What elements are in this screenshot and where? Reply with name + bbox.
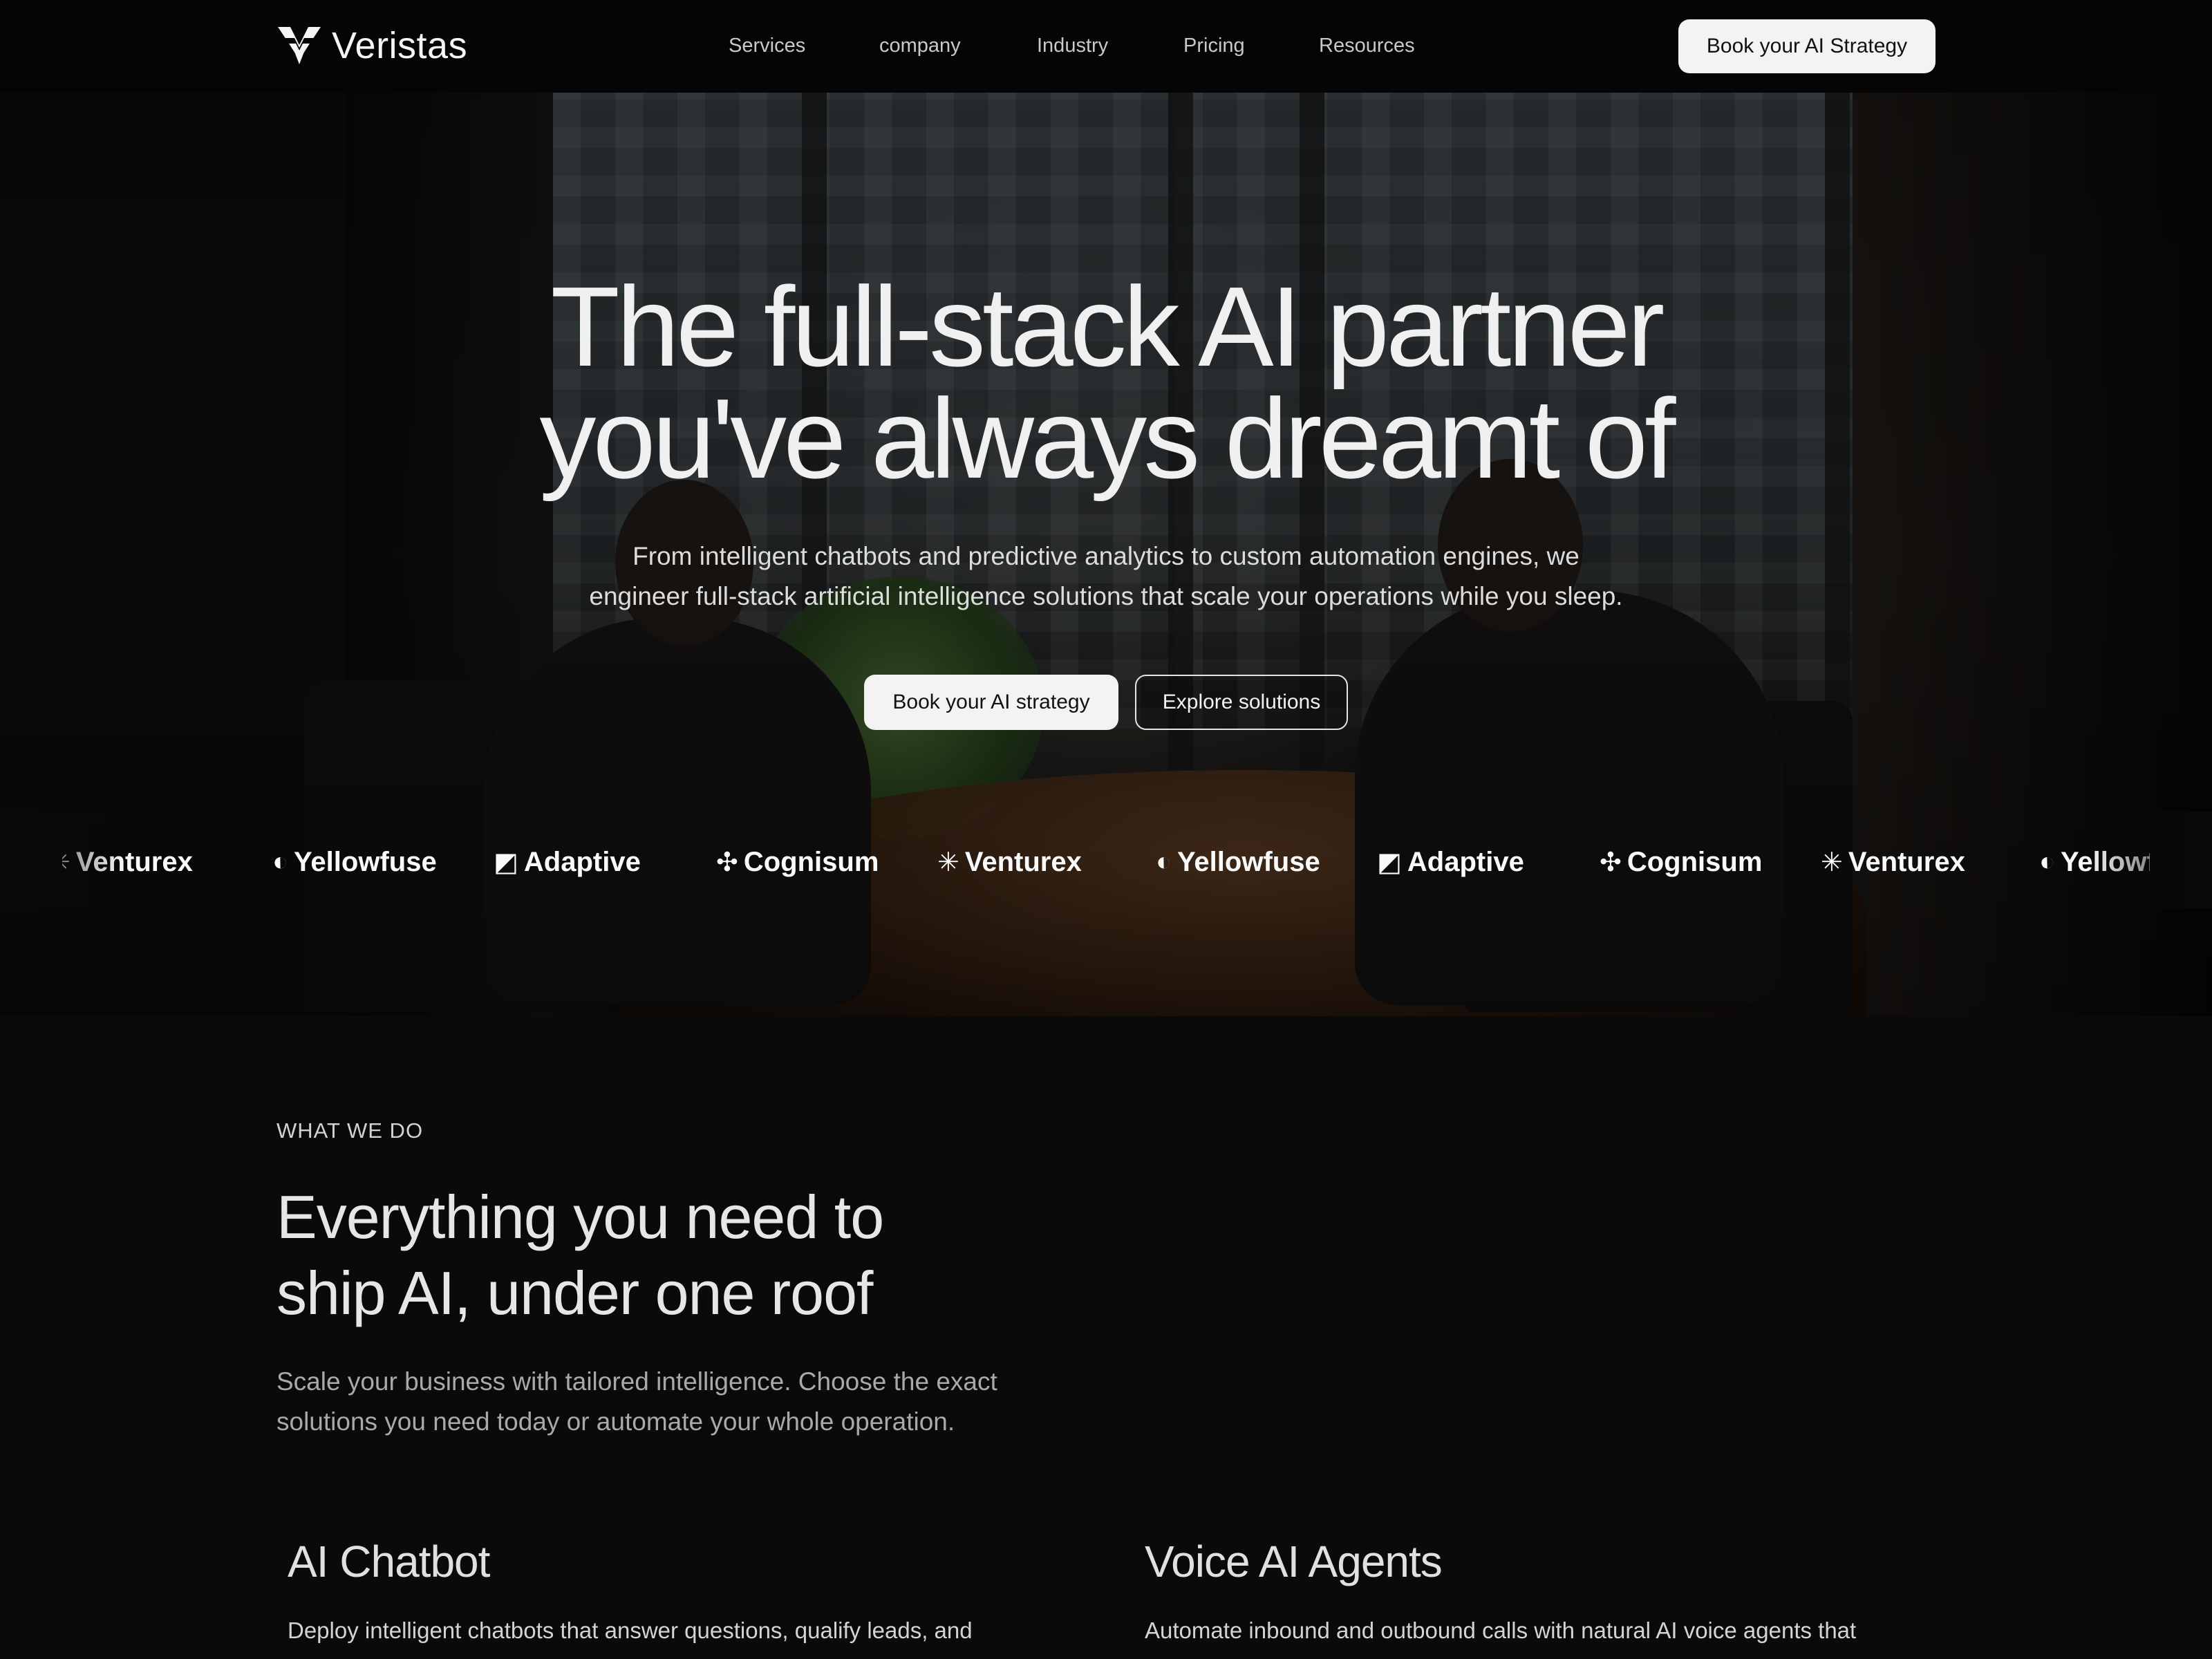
client-logo: ◩ Adaptive: [1377, 831, 1524, 893]
client-logo-name: Adaptive: [1407, 846, 1524, 877]
service-card-ai-chatbot[interactable]: AI Chatbot Deploy intelligent chatbots t…: [288, 1536, 1089, 1644]
nav-link-industry[interactable]: Industry: [1037, 35, 1108, 57]
hero-headline-line-1: The full-stack AI partner: [550, 263, 1665, 390]
client-logo: ✳Venturex: [937, 831, 1082, 893]
client-logo-name: Venturex: [1848, 846, 1965, 877]
hero-subtitle-line-1: From intelligent chatbots and predictive…: [632, 542, 1580, 570]
client-logo: ✣ Cognisum: [716, 831, 879, 893]
section-title-line-1: Everything you need to: [276, 1183, 884, 1251]
brand-logo[interactable]: Veristas: [276, 24, 467, 68]
what-we-do-section: WHAT WE DO Everything you need to ship A…: [0, 1016, 2212, 1659]
explore-solutions-button[interactable]: Explore solutions: [1135, 675, 1348, 730]
client-logo-name: Cognisum: [743, 846, 879, 877]
venturex-logo-icon: ✳: [1821, 847, 1843, 877]
client-logo: ✳Venturex: [1821, 831, 1965, 893]
section-description-line-1: Scale your business with tailored intell…: [276, 1367, 997, 1396]
nav-link-pricing[interactable]: Pricing: [1183, 35, 1245, 57]
section-description: Scale your business with tailored intell…: [276, 1362, 997, 1442]
nav-link-company[interactable]: company: [879, 35, 961, 57]
brand-name: Veristas: [332, 25, 468, 66]
service-card-description: Deploy intelligent chatbots that answer …: [288, 1618, 973, 1643]
service-card-title: Voice AI Agents: [1145, 1537, 1443, 1586]
section-description-line-2: solutions you need today or automate you…: [276, 1407, 955, 1436]
adaptive-logo-icon: ◩: [1377, 847, 1402, 877]
yellowfuse-logo-icon: ◐: [1156, 847, 1172, 877]
service-card-voice-ai-agents[interactable]: Voice AI Agents Automate inbound and out…: [1145, 1536, 1947, 1644]
hero-headline: The full-stack AI partner you've always …: [0, 263, 2212, 502]
service-card-description: Automate inbound and outbound calls with…: [1145, 1618, 1857, 1643]
cognisum-logo-icon: ✣: [716, 847, 738, 877]
client-logo-name: Cognisum: [1627, 846, 1763, 877]
hero-section: The full-stack AI partner you've always …: [0, 93, 2212, 1016]
venturex-logo-icon: ✳: [937, 847, 959, 877]
nav-link-resources[interactable]: Resources: [1319, 35, 1415, 57]
yellowfuse-logo-icon: ◐: [2039, 847, 2055, 877]
section-title-line-2: ship AI, under one roof: [276, 1259, 874, 1327]
section-eyebrow: WHAT WE DO: [276, 1118, 424, 1143]
book-ai-strategy-nav-button[interactable]: Book your AI Strategy: [1678, 19, 1936, 73]
cognisum-logo-icon: ✣: [1600, 847, 1622, 877]
top-navigation: Veristas Services company Industry Prici…: [0, 0, 2212, 93]
logo-strip-fade-right: [2088, 812, 2212, 908]
hero-headline-line-2: you've always dreamt of: [539, 375, 1676, 502]
client-logo-name: Adaptive: [523, 846, 641, 877]
yellowfuse-logo-icon: ◐: [272, 847, 288, 877]
client-logo-strip: ✳Venturex ◐Yellowfuse ◩Adaptive ✣Cognisu…: [62, 831, 2150, 893]
client-logo: ◐Yellowfuse: [1156, 831, 1320, 893]
client-logo: ✣ Cognisum: [1600, 831, 1762, 893]
client-logo-name: Venturex: [964, 846, 1082, 877]
logo-strip-fade-left: [0, 812, 124, 908]
service-card-title: AI Chatbot: [288, 1537, 490, 1586]
client-logo: ◐Yellowfuse: [272, 831, 437, 893]
client-logo: ◩ Adaptive: [494, 831, 641, 893]
veristas-logo-icon: [278, 27, 321, 64]
book-ai-strategy-button[interactable]: Book your AI strategy: [864, 675, 1118, 730]
client-logo-name: Yellowfuse: [293, 846, 437, 877]
section-title: Everything you need to ship AI, under on…: [276, 1179, 884, 1331]
nav-link-services[interactable]: Services: [729, 35, 805, 57]
client-logo-name: Yellowfuse: [1177, 846, 1320, 877]
hero-subtitle-line-2: engineer full-stack artificial intellige…: [589, 582, 1623, 610]
adaptive-logo-icon: ◩: [494, 847, 518, 877]
hero-subtitle: From intelligent chatbots and predictive…: [0, 536, 2212, 617]
